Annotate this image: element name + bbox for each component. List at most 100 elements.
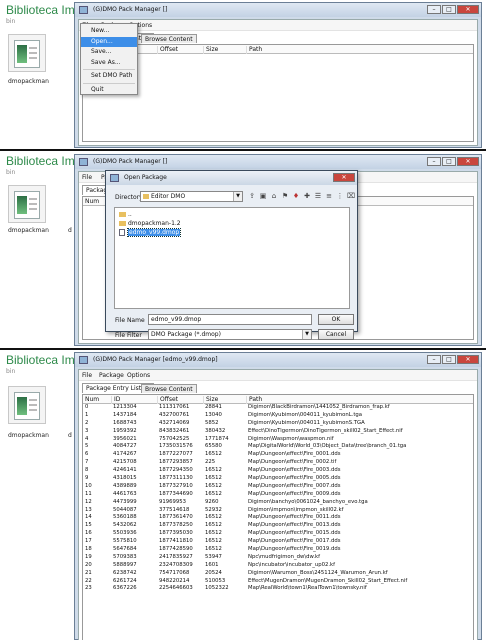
table-row[interactable]: 7 4215708 1877293857 225 Map\Dungeon\effect\… [83,459,473,467]
thumbnail-image[interactable] [8,34,46,72]
directory-combo[interactable]: Editor DMO ▼ [140,191,243,202]
chevron-down-icon[interactable]: ▼ [233,192,242,201]
menu-item-save[interactable]: Save... [81,47,137,58]
table-row[interactable]: 13 5044087 377514618 52932 Digimon\impmon\im… [83,507,473,515]
col-num[interactable]: Num [83,198,99,206]
menu-item-new[interactable]: New... [81,26,137,37]
tab-browse-content[interactable]: Browse Content [141,34,197,43]
col-size[interactable]: Size [203,46,218,54]
menu-file[interactable]: File [82,372,92,379]
col-offset[interactable]: Offset [157,46,178,54]
col-id[interactable]: ID [111,396,120,404]
maximize-button[interactable]: □ [442,355,456,364]
window-title: (G)DMO Pack Manager [] [93,158,168,165]
chevron-down-icon[interactable]: ▼ [302,330,311,339]
menu-item-open[interactable]: Open... [81,36,137,47]
table-row[interactable]: 8 4246141 1877294350 16512 Map\Dungeon\effec… [83,467,473,475]
col-path[interactable]: Path [246,396,262,404]
col-num[interactable]: Num [83,396,99,404]
client-area: File Package Options Package Entry Listi… [78,19,478,146]
table-row[interactable]: 4 3956021 757042525 1771874 Digimon\Waspmon\… [83,436,473,444]
file-menu-dropdown: New... Open... Save... Save As... Set DM… [80,23,138,95]
folder-icon [143,194,149,199]
table-row[interactable]: 11 4461763 1877344690 16512 Map\Dungeon\effe… [83,491,473,499]
col-offset[interactable]: Offset [157,396,178,404]
menu-options[interactable]: Options [127,372,150,379]
list-view-icon[interactable]: ☰ [314,192,322,200]
cancel-button[interactable]: Cancel [318,329,354,340]
bookmark-icon[interactable]: ♦ [292,192,300,200]
cell-path: Map\Dungeon\effect\Fire_0017.dds [248,538,341,545]
table-row[interactable]: 19 5709383 2417835927 53947 Npc\mudfrigimon_… [83,554,473,562]
cell-path: Digimon\Warumon_Boss\2451124_Warumon_Aru… [248,569,388,576]
menu-item-quit[interactable]: Quit [81,85,137,96]
minimize-button[interactable]: – [427,355,441,364]
file-name-label: File Name [115,317,145,324]
file-name-input[interactable]: edmo_v99.dmop [148,314,312,325]
col-size[interactable]: Size [203,396,218,404]
table-row[interactable]: 20 5888997 2324708309 1601 Npc\incubator\inc… [83,562,473,570]
menu-file[interactable]: File [82,174,92,181]
pin-icon[interactable]: ⚑ [281,192,289,200]
minimize-button[interactable]: – [427,5,441,14]
cell-offset: 432700761 [159,411,190,418]
tab-browse-content[interactable]: Browse Content [141,384,197,393]
table-row[interactable]: 9 4318015 1877311130 16512 Map\Dungeon\effec… [83,475,473,483]
home-icon[interactable]: ⌂ [270,192,278,200]
cell-offset: 1877411810 [159,538,193,545]
col-path[interactable]: Path [246,46,262,54]
close-button[interactable]: ✕ [457,157,479,166]
cell-offset: 1877293857 [159,459,193,466]
trash-icon[interactable]: ⌧ [347,192,355,200]
close-button[interactable]: ✕ [457,5,479,14]
minimize-button[interactable]: – [427,157,441,166]
icon-view-icon[interactable]: ⋮ [336,192,344,200]
menu-package[interactable]: Package [99,372,124,379]
thumbnail-image[interactable] [8,185,46,223]
close-button[interactable]: ✕ [457,355,479,364]
table-row[interactable]: 5 4084727 1735031576 65580 Map\DigitalWorld\… [83,443,473,451]
library-path: bin [6,368,16,375]
folder-up-icon[interactable]: ⇪ [248,192,256,200]
table-row[interactable]: 16 5503936 1877395030 16512 Map\Dungeon\effe… [83,530,473,538]
list-item[interactable]: .. [118,210,132,219]
detail-view-icon[interactable]: ≡ [325,192,333,200]
table-row[interactable]: 15 5432062 1877378250 16512 Map\Dungeon\effe… [83,522,473,530]
table-row[interactable]: 3 1959392 843832461 380432 Effect\DinoTigerm… [83,428,473,436]
file-filter-select[interactable]: DMO Package (*.dmop) ▼ [148,329,312,340]
cell-size: 13040 [205,411,222,418]
table-row[interactable]: 14 5360188 1877361470 16512 Map\Dungeon\effe… [83,514,473,522]
dialog-icon [110,174,119,182]
table-row[interactable]: 17 5575810 1877411810 16512 Map\Dungeon\effe… [83,538,473,546]
cell-num: 0 [85,404,89,410]
maximize-button[interactable]: □ [442,5,456,14]
table-row[interactable]: 21 6238742 754717068 20524 Digimon\Warumon_B… [83,570,473,578]
dialog-close-button[interactable]: ✕ [333,173,355,182]
list-item[interactable]: dmopackman-1.2 [118,219,181,228]
new-folder-icon[interactable]: ✚ [303,192,311,200]
app-icon [79,6,88,14]
table-row[interactable]: 0 1213304 111317061 28841 Digimon\BlackBirdr… [83,404,473,412]
tab-strip: Package Entry Listing Browse Content [79,383,477,393]
table-row[interactable]: 18 5647684 1877428590 16512 Map\Dungeon\effe… [83,546,473,554]
table-row[interactable]: 1 1437184 432700761 13040 Digimon\Kyubimon\0… [83,412,473,420]
table-row[interactable]: 12 4473999 91969953 9260 Digimon\banchyo\006… [83,499,473,507]
table-row[interactable]: 22 6261724 948220214 510053 Effect\MugenDram… [83,578,473,586]
app-window: (G)DMO Pack Manager [edmo_v99.dmop] – □ … [74,352,482,640]
cell-path: Map\Dungeon\effect\Fire_0003.dds [248,467,341,474]
cell-size: 53947 [205,553,222,560]
table-row[interactable]: 2 1688743 432714069 5852 Digimon\Kyubimon\00… [83,420,473,428]
cell-num: 18 [85,546,92,553]
list-item[interactable]: edmo_v99.dmop [118,228,182,237]
folder-icon [119,221,126,226]
maximize-button[interactable]: □ [442,157,456,166]
table-row[interactable]: 10 4389889 1877327910 16512 Map\Dungeon\effe… [83,483,473,491]
folder-icon[interactable]: ▣ [259,192,267,200]
table-row[interactable]: 6 4174267 1877227077 16512 Map\Dungeon\effec… [83,451,473,459]
table-row[interactable]: 23 6367226 2254646603 1052322 Map\RealWorld\… [83,585,473,593]
ok-button[interactable]: OK [318,314,354,325]
cell-offset: 91969953 [159,498,186,505]
thumbnail-image[interactable] [8,386,46,424]
menu-item-save-as[interactable]: Save As... [81,58,137,69]
menu-item-set-dmo-path[interactable]: Set DMO Path [81,71,137,82]
